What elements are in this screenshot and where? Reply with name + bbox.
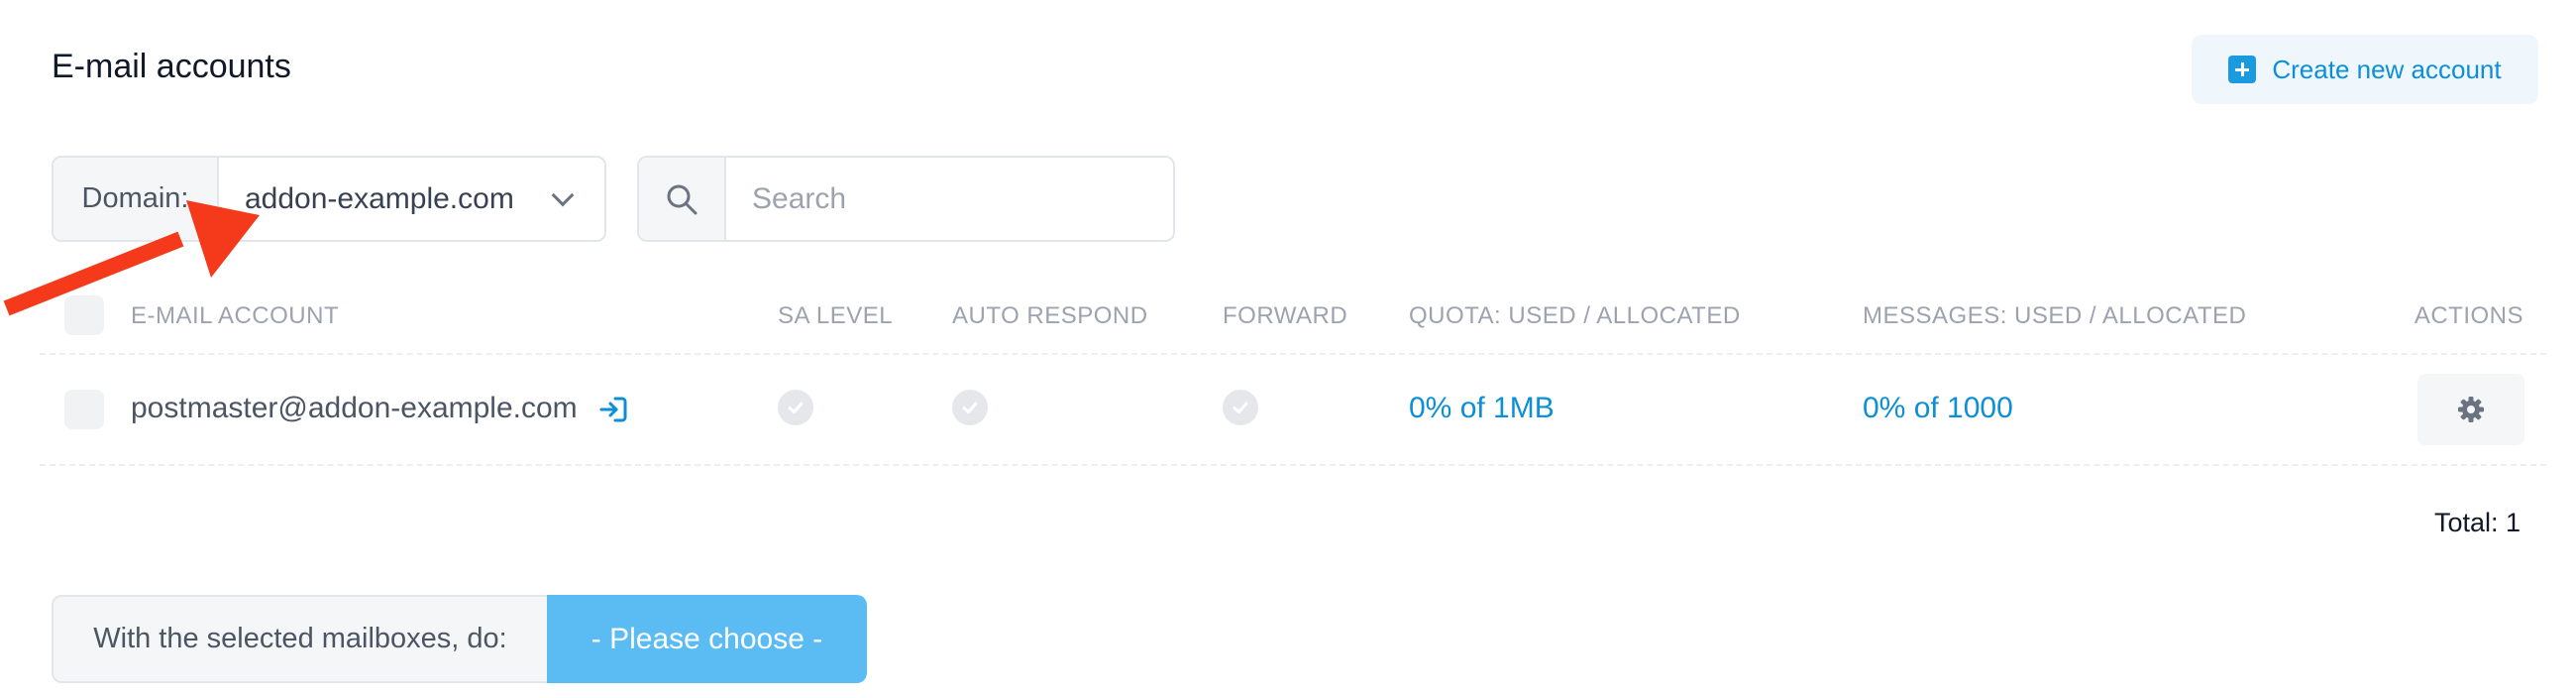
quota-value[interactable]: 0% of 1MB <box>1409 392 1555 425</box>
row-checkbox[interactable] <box>64 390 104 429</box>
create-account-label: Create new account <box>2272 54 2502 84</box>
row-actions-button[interactable] <box>2417 374 2524 445</box>
table-divider <box>40 464 2546 466</box>
search-icon <box>639 158 726 240</box>
email-account[interactable]: postmaster@addon-example.com <box>131 392 578 425</box>
column-sa-level[interactable]: SA LEVEL <box>778 302 893 330</box>
bulk-action-select[interactable]: - Please choose - <box>547 595 867 683</box>
column-forward[interactable]: FORWARD <box>1223 302 1347 330</box>
search-box <box>637 156 1175 242</box>
plus-icon <box>2228 56 2257 83</box>
page-title: E-mail accounts <box>52 48 291 85</box>
column-actions: ACTIONS <box>2414 302 2523 329</box>
column-messages[interactable]: MESSAGES: USED / ALLOCATED <box>1863 302 2246 330</box>
messages-value[interactable]: 0% of 1000 <box>1863 392 2013 425</box>
login-icon[interactable] <box>597 394 629 430</box>
annotation-arrow <box>3 200 260 316</box>
table-divider <box>40 353 2546 355</box>
sa-level-check-icon <box>778 390 813 425</box>
forward-check-icon <box>1223 390 1258 425</box>
auto-respond-check-icon <box>952 390 988 425</box>
bulk-action-group: With the selected mailboxes, do: - Pleas… <box>52 595 867 683</box>
total-count: Total: 1 <box>2433 508 2521 537</box>
column-quota[interactable]: QUOTA: USED / ALLOCATED <box>1409 302 1741 330</box>
bulk-action-label: With the selected mailboxes, do: <box>52 595 547 683</box>
chevron-down-icon <box>551 183 575 207</box>
column-auto-respond[interactable]: AUTO RESPOND <box>952 302 1148 330</box>
gear-icon <box>2458 397 2484 422</box>
create-account-button[interactable]: Create new account <box>2192 35 2538 104</box>
search-input[interactable] <box>726 158 1173 240</box>
